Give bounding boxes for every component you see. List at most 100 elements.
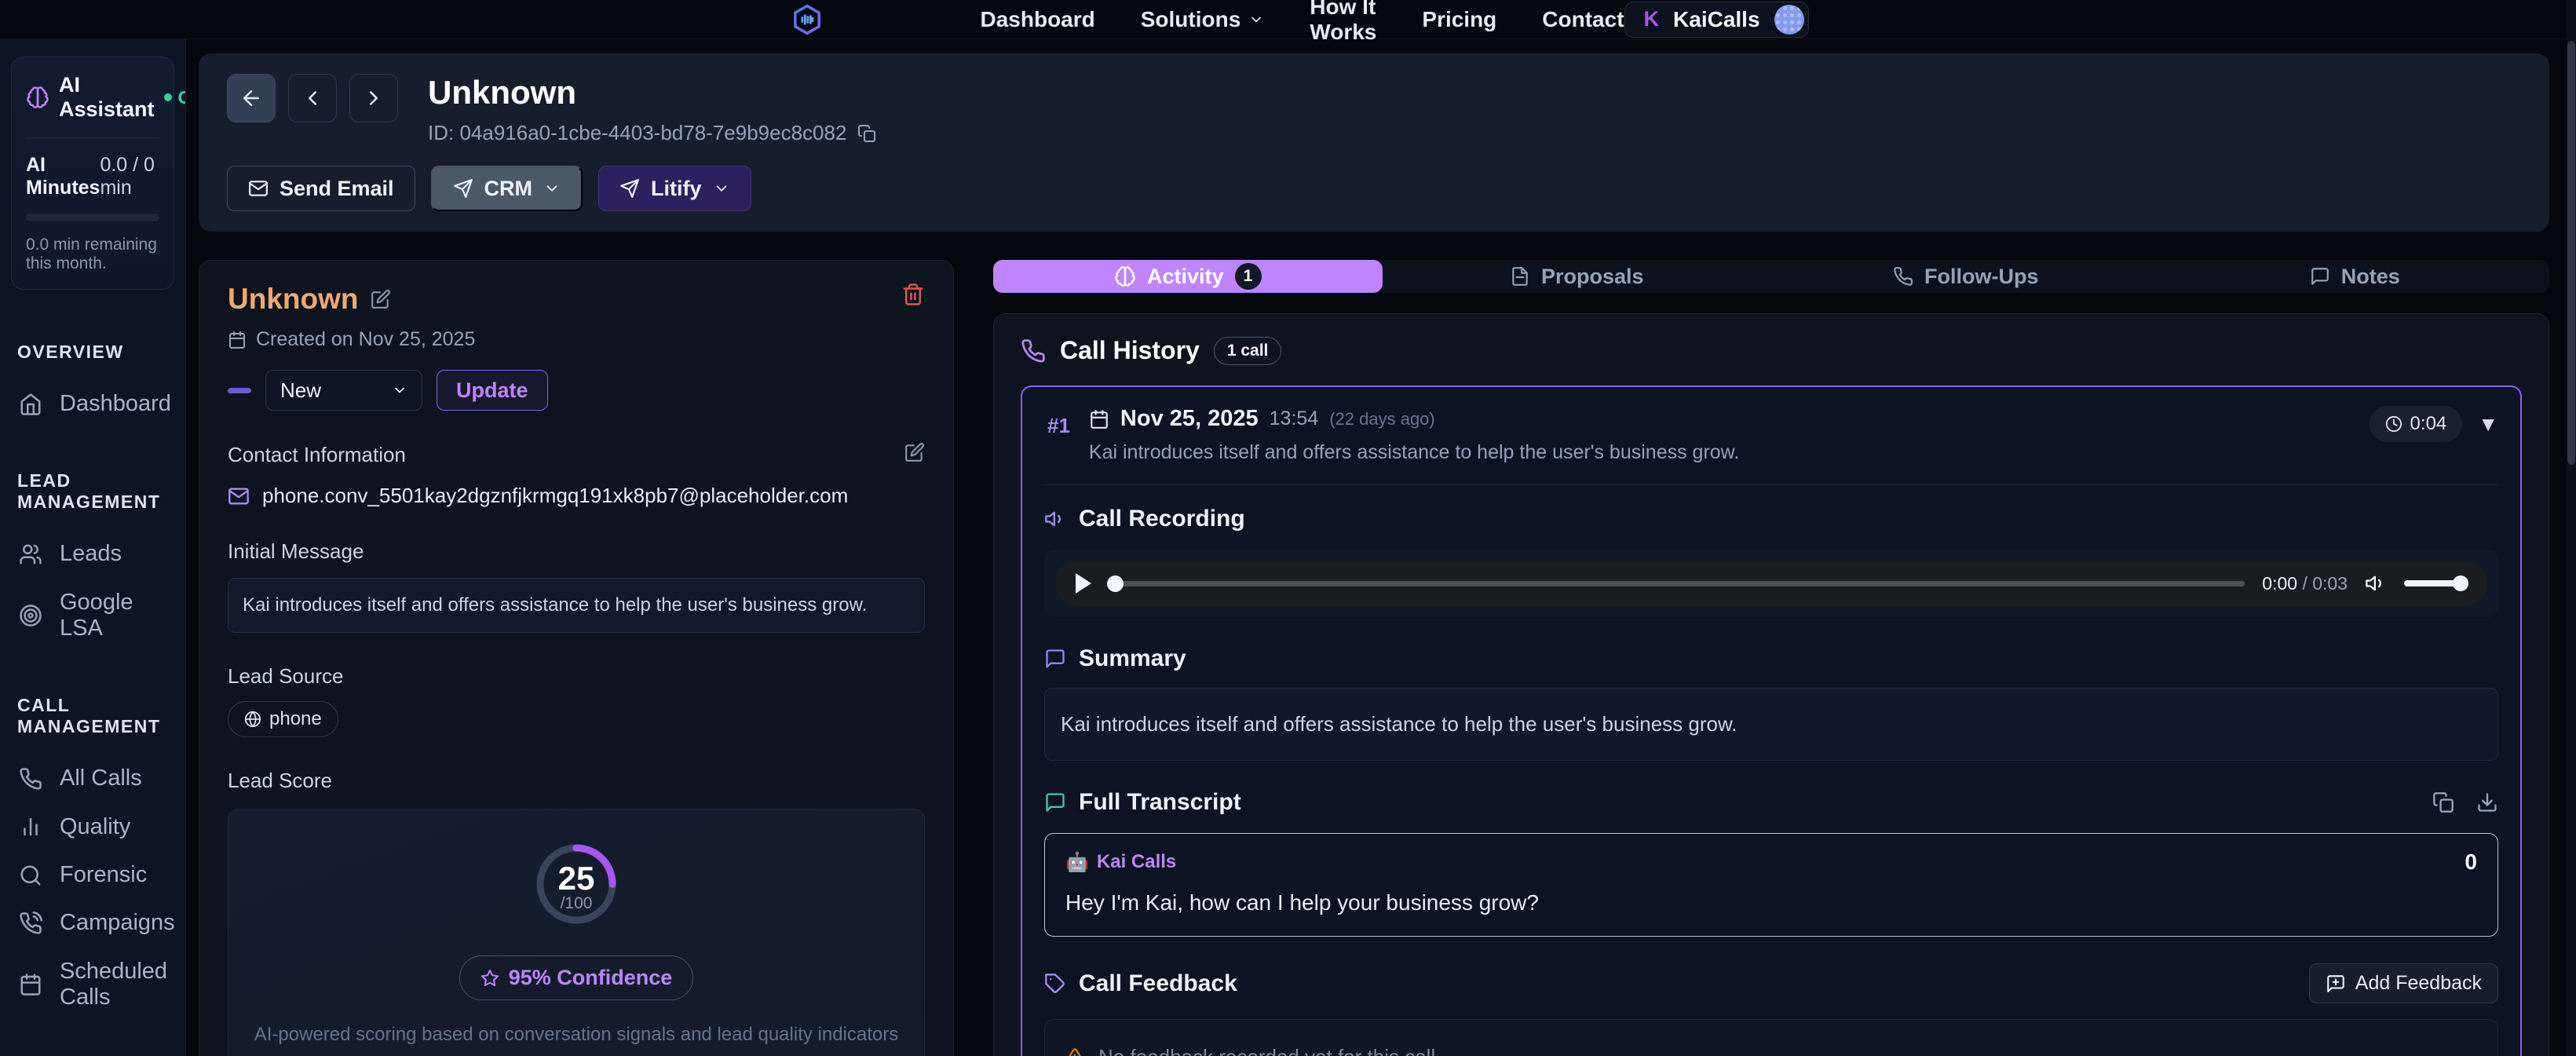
sidebar-item-scheduled-calls[interactable]: Scheduled Calls: [11, 948, 174, 1022]
arrow-left-icon: [239, 86, 263, 110]
mail-icon: [248, 178, 269, 199]
tab-followups[interactable]: Follow-Ups: [1771, 260, 2161, 293]
sidebar-item-label: Dashboard: [60, 391, 171, 417]
summary-box: Kai introduces itself and offers assista…: [1044, 688, 2498, 761]
sidebar-item-label: Quality: [60, 814, 130, 840]
lead-score-value: 25: [533, 860, 619, 897]
play-button[interactable]: [1076, 573, 1091, 594]
chevron-down-icon: [713, 180, 730, 197]
online-dot: [164, 93, 172, 101]
online-label: Online: [178, 87, 186, 108]
kaicalls-logo-icon[interactable]: [791, 2, 824, 37]
add-feedback-button[interactable]: Add Feedback: [2309, 963, 2498, 1003]
volume-icon[interactable]: [2365, 572, 2387, 594]
audio-current-time: 0:00: [2262, 573, 2297, 594]
ai-online-badge: Online: [164, 87, 186, 108]
send-icon: [453, 178, 473, 199]
lead-score-gauge: 25 /100: [533, 841, 619, 927]
lead-score-label: Lead Score: [228, 769, 332, 793]
seek-handle[interactable]: [1107, 576, 1124, 592]
sidebar-item-google-lsa[interactable]: Google LSA: [11, 579, 174, 653]
edit-icon[interactable]: [371, 289, 391, 309]
volume-slider[interactable]: [2404, 580, 2467, 586]
lead-score-card: 25 /100 95% Confidence AI-powered scorin…: [228, 809, 925, 1056]
tag-icon: [1044, 973, 1066, 995]
scrollbar-thumb[interactable]: [2567, 41, 2575, 465]
home-icon: [19, 393, 42, 416]
edit-contact-button[interactable]: [904, 442, 925, 468]
call-date: Nov 25, 2025: [1120, 406, 1259, 432]
collapse-call-button[interactable]: ▼: [2478, 412, 2498, 437]
sidebar-item-campaigns[interactable]: Campaigns: [11, 899, 174, 947]
send-email-button[interactable]: Send Email: [227, 166, 415, 211]
initial-message-label: Initial Message: [228, 539, 364, 564]
prev-lead-button[interactable]: [288, 74, 337, 122]
call-time-ago: (22 days ago): [1329, 409, 1435, 429]
tab-proposals[interactable]: Proposals: [1383, 260, 1772, 293]
download-icon[interactable]: [2476, 791, 2498, 813]
section-title-lead-management: LEAD MANAGEMENT: [17, 470, 168, 513]
divider: [1044, 484, 2498, 485]
chevron-down-icon: [392, 382, 407, 398]
users-icon: [19, 543, 42, 566]
nav-how-it-works-label: How It Works: [1310, 0, 1376, 45]
message-square-icon: [1044, 648, 1066, 670]
crm-button[interactable]: CRM: [431, 166, 583, 211]
litify-button[interactable]: Litify: [598, 166, 751, 211]
account-pill[interactable]: K KaiCalls: [1624, 2, 1809, 38]
call-time: 13:54: [1270, 407, 1319, 430]
nav-contact[interactable]: Contact: [1542, 7, 1624, 32]
status-select[interactable]: New: [265, 370, 422, 411]
lead-created-date: Created on Nov 25, 2025: [256, 328, 475, 351]
volume-handle[interactable]: [2453, 576, 2468, 591]
seek-bar[interactable]: [1109, 581, 2245, 586]
activity-column: Activity 1 Proposals Follow-Ups Notes: [993, 260, 2549, 1056]
bar-chart-icon: [19, 815, 42, 839]
confidence-label: 95% Confidence: [509, 966, 673, 990]
update-status-button[interactable]: Update: [437, 370, 548, 411]
initial-message-box: Kai introduces itself and offers assista…: [228, 578, 925, 633]
call-history-panel: Call History 1 call #1 Nov 25, 2025 13:5…: [993, 313, 2549, 1056]
sidebar-item-forensic[interactable]: Forensic: [11, 851, 174, 899]
copy-icon[interactable]: [857, 124, 876, 143]
confidence-badge: 95% Confidence: [459, 956, 694, 1000]
sidebar-item-dashboard[interactable]: Dashboard: [11, 380, 174, 428]
ai-assistant-card: AI Assistant Online AI Minutes 0.0 / 0 m…: [11, 57, 174, 290]
copy-icon[interactable]: [2432, 791, 2454, 813]
page-scrollbar[interactable]: [2567, 0, 2576, 1056]
feedback-empty-text: No feedback recorded yet for this call.: [1098, 1045, 1441, 1056]
nav-how-it-works[interactable]: How It Works: [1310, 0, 1376, 45]
tab-notes[interactable]: Notes: [2161, 260, 2550, 293]
transcript-title: Full Transcript: [1079, 789, 1241, 816]
lead-details-card: Unknown Created on Nov 25, 2025 New: [199, 260, 954, 1056]
ai-minutes-progressbar: [26, 214, 159, 221]
avatar[interactable]: [1774, 5, 1804, 35]
delete-lead-button[interactable]: [901, 283, 925, 310]
sidebar-item-quality[interactable]: Quality: [11, 803, 174, 851]
main-content: Unknown ID: 04a916a0-1cbe-4403-bd78-7e9b…: [186, 39, 2576, 1056]
sidebar-item-label: Forensic: [60, 862, 147, 888]
sidebar-item-all-calls[interactable]: All Calls: [11, 755, 174, 802]
call-entry-card: #1 Nov 25, 2025 13:54 (22 days ago) Kai …: [1021, 385, 2522, 1056]
target-icon: [19, 604, 42, 627]
call-index: #1: [1047, 414, 1070, 438]
status-value: New: [280, 378, 321, 403]
main-nav: Dashboard Solutions How It Works Pricing…: [981, 0, 1624, 45]
lead-source-badge: phone: [228, 701, 338, 737]
sidebar-item-leads[interactable]: Leads: [11, 530, 174, 578]
tab-activity[interactable]: Activity 1: [993, 260, 1383, 293]
next-lead-button[interactable]: [349, 74, 398, 122]
back-button[interactable]: [227, 74, 276, 122]
lead-email: phone.conv_5501kay2dgznfjkrmgq191xk8pb7@…: [262, 484, 848, 508]
nav-pricing[interactable]: Pricing: [1422, 7, 1496, 32]
nav-dashboard[interactable]: Dashboard: [981, 7, 1095, 32]
message-plus-icon: [2326, 974, 2346, 994]
top-navbar: Dashboard Solutions How It Works Pricing…: [0, 0, 2576, 39]
lead-score-max: /100: [533, 894, 619, 913]
phone-call-icon: [19, 912, 42, 935]
calendar-icon: [19, 973, 42, 996]
brain-icon: [26, 86, 49, 109]
lead-source-value: phone: [269, 708, 322, 730]
nav-solutions[interactable]: Solutions: [1141, 7, 1265, 32]
transcript-index: 0: [2465, 850, 2477, 875]
